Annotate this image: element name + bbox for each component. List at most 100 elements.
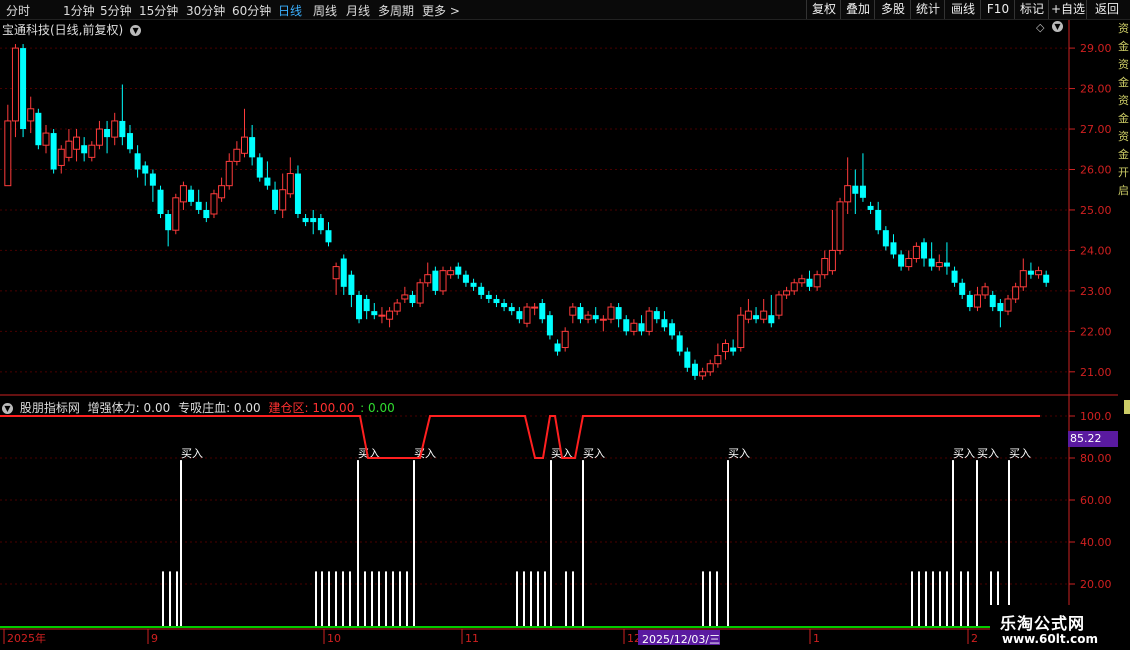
candle-body-up <box>760 310 768 320</box>
candle-body-up <box>65 140 73 158</box>
candle-body-down <box>272 189 279 210</box>
candle-body-down <box>661 319 668 328</box>
zone-line <box>0 415 1040 459</box>
price-tick-label: 23.00 <box>1080 285 1112 298</box>
candle-body-up <box>1012 286 1020 300</box>
side-strip-text: 资金资金资金资金开启 <box>1118 22 1129 197</box>
candle-body-down <box>50 133 57 170</box>
period-tab-5[interactable]: 60分钟 <box>232 2 271 19</box>
period-tab-4[interactable]: 30分钟 <box>186 2 225 19</box>
candle-body-up <box>11 47 19 122</box>
candle-body-up <box>737 314 745 349</box>
price-tick-label: 25.00 <box>1080 204 1112 217</box>
buy-label: 买入 <box>953 447 975 460</box>
candle-body-up <box>88 144 96 158</box>
candle-body-up <box>233 148 241 162</box>
candle-body-down <box>882 230 889 247</box>
candle-body-down <box>470 282 477 287</box>
diamond-icon[interactable]: ◇ <box>1036 21 1044 34</box>
candle-body-down <box>546 315 553 336</box>
circle-menu-icon[interactable]: ▼ <box>1052 21 1063 32</box>
indicator-label-extra: : 0.00 <box>360 401 395 415</box>
candle-body-down <box>310 218 317 223</box>
period-tab-0[interactable]: 分时 <box>6 2 30 19</box>
candle-body-up <box>27 108 35 122</box>
date-label: 2025年 <box>7 631 46 645</box>
toolbar-button-8[interactable]: 返回 <box>1086 0 1127 19</box>
indicator-tick-label: 100.0 <box>1080 410 1112 423</box>
period-tab-9[interactable]: 多周期 <box>378 2 414 19</box>
candle-body-up <box>599 318 607 321</box>
candle-body-up <box>4 120 12 187</box>
candle-body-up <box>935 262 943 268</box>
candle-body-down <box>157 189 164 214</box>
candle-body-down <box>485 294 492 299</box>
candle-body-down <box>455 266 462 275</box>
logo-url: www.60lt.com <box>1002 632 1099 646</box>
indicator-side-marker <box>1124 400 1130 414</box>
cursor-date: 2025/12/03/三 <box>642 633 721 646</box>
period-tab-2[interactable]: 5分钟 <box>100 2 132 19</box>
candle-body-down <box>20 48 27 130</box>
candle-body-up <box>905 258 913 268</box>
price-tick-label: 27.00 <box>1080 123 1112 136</box>
period-tab-8[interactable]: 月线 <box>346 2 370 19</box>
candle-body-down <box>409 294 416 304</box>
buy-label: 买入 <box>181 447 203 460</box>
candle-body-down <box>989 294 996 308</box>
candle-body-down <box>203 209 210 219</box>
price-tick-label: 28.00 <box>1080 83 1112 96</box>
candle-body-up <box>218 185 226 199</box>
stock-title: 宝通科技(日线,前复权) ▼ <box>2 21 142 38</box>
candle-body-down <box>195 201 202 210</box>
candle-body-up <box>241 136 249 154</box>
candle-body-up <box>57 148 65 166</box>
toolbar-button-5[interactable]: F10 <box>980 0 1015 19</box>
candle-body-up <box>981 286 989 296</box>
indicator-dropdown-icon[interactable]: ▼ <box>2 403 13 414</box>
toolbar-button-3[interactable]: 统计 <box>910 0 945 19</box>
candle-body-down <box>149 173 156 186</box>
candle-body-up <box>172 197 180 231</box>
period-tab-3[interactable]: 15分钟 <box>139 2 178 19</box>
date-label: 2 <box>971 632 978 645</box>
candle-body-down <box>806 278 813 287</box>
period-tab-7[interactable]: 周线 <box>313 2 337 19</box>
buy-label: 买入 <box>583 447 605 460</box>
candle-body-down <box>691 363 698 376</box>
dropdown-icon[interactable]: ▼ <box>130 25 142 36</box>
candle-body-down <box>142 165 149 174</box>
candle-body-down <box>165 214 172 231</box>
toolbar-button-6[interactable]: 标记 <box>1014 0 1049 19</box>
period-tab-6[interactable]: 日线 <box>278 2 302 19</box>
period-tab-10[interactable]: 更多 > <box>422 2 460 19</box>
toolbar-button-7[interactable]: +自选 <box>1048 0 1087 19</box>
candle-body-up <box>630 322 638 332</box>
candle-body-down <box>669 323 676 336</box>
candle-body-up <box>813 274 821 288</box>
period-tab-1[interactable]: 1分钟 <box>63 2 95 19</box>
candle-body-down <box>348 274 355 295</box>
toolbar-button-4[interactable]: 画线 <box>944 0 981 19</box>
indicator-bar-series: 买入 买入 买入 买入 买入 买入 买入 买入 买入 <box>162 447 1031 626</box>
candle-body-down <box>898 254 905 267</box>
candle-body-up <box>73 136 81 150</box>
candle-body-down <box>134 153 141 170</box>
candle-body-down <box>317 218 324 231</box>
candle-body-down <box>768 315 775 324</box>
toolbar-button-0[interactable]: 复权 <box>806 0 841 19</box>
logo-name: 乐淘公式网 <box>1000 614 1086 633</box>
candle-body-down <box>875 209 882 231</box>
candle-body-down <box>592 315 599 320</box>
candle-body-up <box>828 249 836 272</box>
candle-body-down <box>104 129 111 138</box>
candle-body-up <box>439 270 447 292</box>
candle-body-down <box>577 307 584 320</box>
candle-body-up <box>1004 298 1012 312</box>
candle-body-down <box>493 298 500 304</box>
candle-body-down <box>249 137 256 158</box>
toolbar-button-1[interactable]: 叠加 <box>840 0 875 19</box>
toolbar-button-2[interactable]: 多股 <box>874 0 911 19</box>
candle-body-up <box>561 330 569 349</box>
candle-body-down <box>867 205 874 210</box>
